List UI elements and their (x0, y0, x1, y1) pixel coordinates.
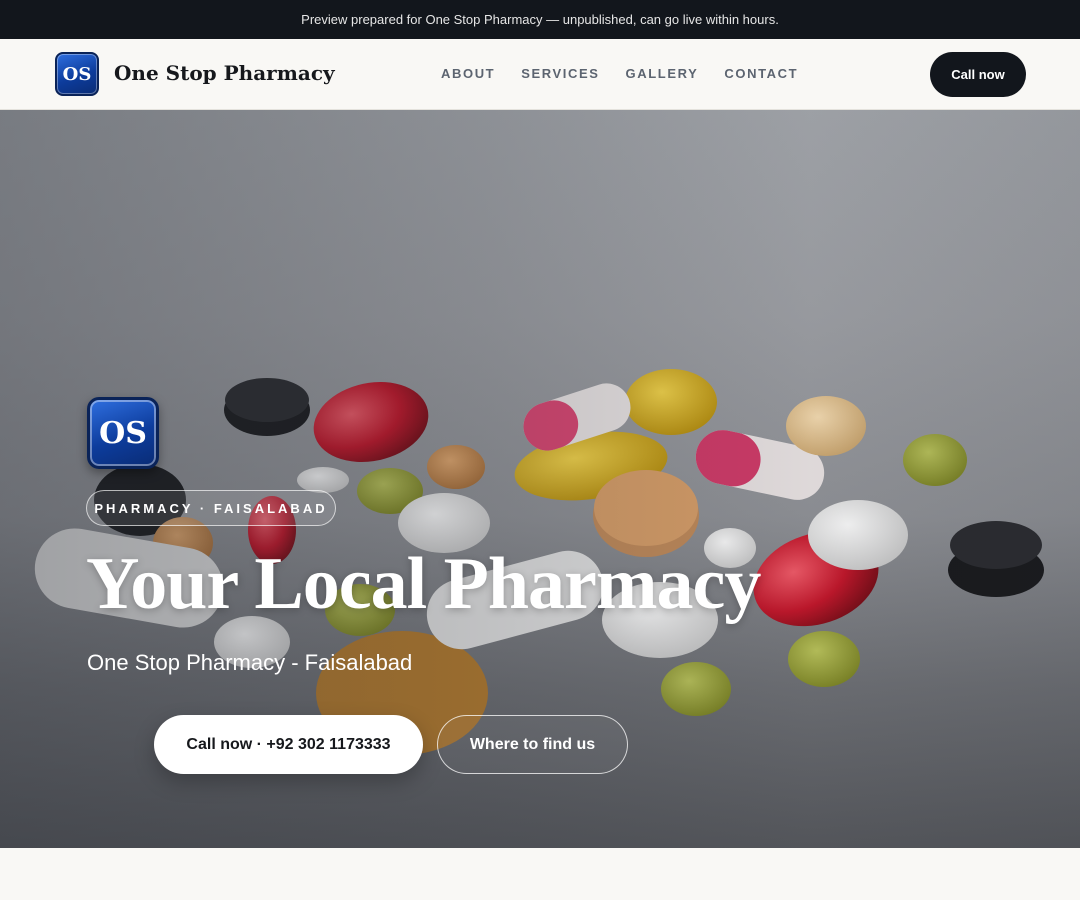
hero-badge: PHARMACY · FAISALABAD (86, 490, 336, 526)
call-now-button[interactable]: Call now · +92 302 1173333 (154, 715, 423, 774)
where-to-find-us-button[interactable]: Where to find us (437, 715, 628, 774)
announcement-banner: Preview prepared for One Stop Pharmacy —… (0, 0, 1080, 39)
nav-link-about[interactable]: ABOUT (441, 66, 495, 81)
brand-name[interactable]: One Stop Pharmacy (114, 61, 335, 85)
hero-title: Your Local Pharmacy (86, 543, 761, 625)
header-call-button[interactable]: Call now (930, 52, 1026, 97)
nav-link-gallery[interactable]: GALLERY (626, 66, 699, 81)
hero-subtitle: One Stop Pharmacy - Faisalabad (87, 650, 413, 675)
hero-section: OS PHARMACY · FAISALABAD Your Local Phar… (0, 110, 1080, 848)
nav-link-services[interactable]: SERVICES (521, 66, 599, 81)
banner-text: Preview prepared for One Stop Pharmacy —… (301, 12, 779, 27)
site-header: OS One Stop Pharmacy ABOUT SERVICES GALL… (0, 39, 1080, 110)
nav-link-contact[interactable]: CONTACT (724, 66, 798, 81)
hero-logo: OS (87, 397, 159, 469)
brand-logo[interactable]: OS (55, 52, 99, 96)
main-nav: ABOUT SERVICES GALLERY CONTACT (441, 66, 798, 81)
